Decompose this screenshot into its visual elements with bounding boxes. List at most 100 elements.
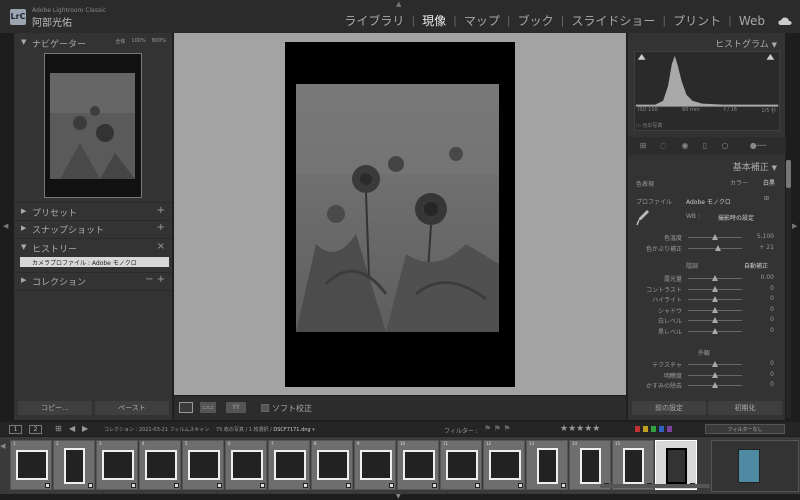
adjustment-brush-icon[interactable]: ●──	[740, 141, 776, 151]
top-panel-toggle-icon[interactable]: ▲	[396, 0, 401, 8]
slider-row[interactable]: かすみの除去 0	[628, 380, 786, 390]
window-2-button[interactable]: 2	[29, 425, 42, 434]
identity-plate[interactable]: 阿部光佑	[32, 14, 72, 29]
slider-row[interactable]: 明瞭度 0	[628, 370, 786, 380]
color-label-chip[interactable]	[667, 426, 672, 432]
history-header[interactable]: ▼ ヒストリー ×	[14, 241, 172, 255]
filmstrip-thumbnail[interactable]: 5	[182, 440, 224, 490]
red-eye-icon[interactable]: ◉	[680, 141, 690, 151]
filmstrip-thumbnail[interactable]: 13	[526, 440, 568, 490]
filmstrip-thumbnail[interactable]: 10	[397, 440, 439, 490]
right-panel-scrollbar[interactable]	[786, 160, 791, 418]
filmstrip-scrollbar[interactable]	[600, 484, 710, 488]
filmstrip-thumbnail[interactable]: 7	[268, 440, 310, 490]
slider-value[interactable]: 0	[770, 381, 774, 388]
collections-header[interactable]: ▶ コレクション − +	[14, 274, 172, 288]
zoom-100[interactable]: 100%	[131, 38, 145, 45]
treatment-bw-option[interactable]: 白黒	[763, 178, 775, 187]
filmstrip-thumbnail[interactable]: 9	[354, 440, 396, 490]
image-canvas[interactable]	[174, 33, 626, 395]
filmstrip-thumbnail[interactable]: 14	[569, 440, 611, 490]
window-1-button[interactable]: 1	[9, 425, 22, 434]
previous-settings-button[interactable]: 前の設定	[632, 401, 706, 415]
loupe-view-button[interactable]	[179, 402, 193, 413]
slider-knob[interactable]	[712, 296, 718, 302]
reset-button[interactable]: 初期化	[708, 401, 782, 415]
slider-row[interactable]: テクスチャ 0	[628, 359, 786, 369]
slider-knob[interactable]	[712, 361, 718, 367]
slider-knob[interactable]	[712, 371, 718, 378]
filter-preset-dropdown[interactable]: フィルターなし	[705, 424, 785, 434]
filmstrip-thumbnail[interactable]: 1	[10, 440, 52, 490]
slider-value[interactable]: 0	[770, 285, 774, 292]
filmstrip-thumbnail[interactable]: 2	[53, 440, 95, 490]
paste-settings-button[interactable]: ペースト	[95, 401, 169, 415]
slider-knob[interactable]	[714, 244, 721, 251]
zoom-fit[interactable]: 全体	[115, 38, 125, 45]
color-label-chip[interactable]	[651, 426, 656, 432]
before-after-swap-button[interactable]: YY	[226, 402, 246, 413]
slider-knob[interactable]	[712, 285, 718, 292]
slider-knob[interactable]	[712, 382, 718, 388]
slider-knob[interactable]	[712, 317, 718, 323]
zoom-custom[interactable]: 800%	[152, 38, 166, 45]
slider-value[interactable]: 0	[770, 316, 774, 323]
cloud-sync-icon[interactable]	[778, 16, 792, 26]
profile-dropdown[interactable]: Adobe モノクロ	[686, 197, 731, 206]
radial-filter-icon[interactable]: ○	[720, 141, 730, 151]
filmstrip-thumbnail[interactable]: 15	[612, 440, 654, 490]
slider-row[interactable]: シャドウ 0	[628, 305, 786, 315]
module-web[interactable]: Web	[732, 14, 772, 28]
collection-add-remove-icon[interactable]: − +	[145, 274, 165, 285]
slider-row[interactable]: 黒レベル 0	[628, 326, 786, 336]
treatment-color-option[interactable]: カラー	[730, 178, 748, 187]
eyedropper-icon[interactable]	[636, 209, 650, 227]
module-develop[interactable]: 現像	[415, 12, 453, 29]
histogram-header[interactable]: ヒストグラム ▼	[715, 37, 777, 50]
slider-value[interactable]: 5,100	[757, 233, 774, 240]
slider-row[interactable]: 色かぶり補正 + 21	[628, 243, 786, 253]
navigator-preview[interactable]	[44, 53, 142, 198]
profile-browser-icon[interactable]: ⊞	[764, 195, 769, 202]
slider-value[interactable]: 0	[770, 295, 774, 302]
back-arrow-icon[interactable]: ◀	[69, 424, 75, 433]
slider-value[interactable]: 0	[770, 306, 774, 313]
filmstrip-thumbnail[interactable]: 3	[96, 440, 138, 490]
slider-row[interactable]: コントラスト 0	[628, 284, 786, 294]
module-slideshow[interactable]: スライドショー	[564, 12, 662, 29]
flag-filter-icon[interactable]: ⚑ ⚑ ⚑	[484, 424, 511, 433]
module-print[interactable]: プリント	[666, 12, 728, 29]
filmstrip-thumbnail[interactable]: 16	[655, 440, 697, 490]
slider-row[interactable]: 露光量 0.00	[628, 273, 786, 283]
filmstrip-scroll-left-icon[interactable]: ◀	[0, 442, 5, 450]
wb-dropdown[interactable]: 撮影時の設定	[718, 213, 754, 222]
left-panel-toggle-icon[interactable]: ◀	[3, 222, 8, 230]
filmstrip-source[interactable]: コレクション : 2021-03-21 フィルムスキャン 75 枚の写真 / 1…	[104, 426, 315, 433]
grid-view-icon[interactable]: ⊞	[55, 424, 62, 433]
history-step[interactable]: カメラプロファイル : Adobe モノクロ	[20, 257, 169, 267]
filmstrip-thumbnail[interactable]: 8	[311, 440, 353, 490]
soft-proofing-checkbox[interactable]	[261, 404, 269, 412]
module-book[interactable]: ブック	[511, 12, 561, 29]
slider-knob[interactable]	[712, 275, 718, 281]
slider-knob[interactable]	[712, 306, 718, 313]
rating-filter-stars[interactable]: ★★★★★	[560, 424, 600, 434]
crop-icon[interactable]: ⊞	[638, 141, 648, 151]
spot-removal-icon[interactable]: ◌	[658, 141, 668, 151]
right-panel-toggle-icon[interactable]: ▶	[792, 222, 797, 230]
color-label-chip[interactable]	[635, 426, 640, 432]
slider-value[interactable]: 0.00	[761, 274, 774, 281]
color-label-chip[interactable]	[659, 426, 664, 432]
copy-settings-button[interactable]: コピー...	[18, 401, 92, 415]
filmstrip-thumbnail[interactable]: 12	[483, 440, 525, 490]
color-label-chip[interactable]	[643, 426, 648, 432]
slider-knob[interactable]	[712, 327, 718, 334]
slider-row[interactable]: ハイライト 0	[628, 294, 786, 304]
bottom-panel-toggle-icon[interactable]: ▼	[396, 493, 401, 500]
presets-header[interactable]: ▶ プリセット +	[14, 205, 172, 219]
forward-arrow-icon[interactable]: ▶	[82, 424, 88, 433]
module-library[interactable]: ライブラリ	[337, 12, 411, 29]
scrollbar-thumb[interactable]	[786, 160, 791, 188]
auto-tone-button[interactable]: 自動補正	[744, 261, 768, 270]
slider-value[interactable]: 0	[770, 360, 774, 367]
